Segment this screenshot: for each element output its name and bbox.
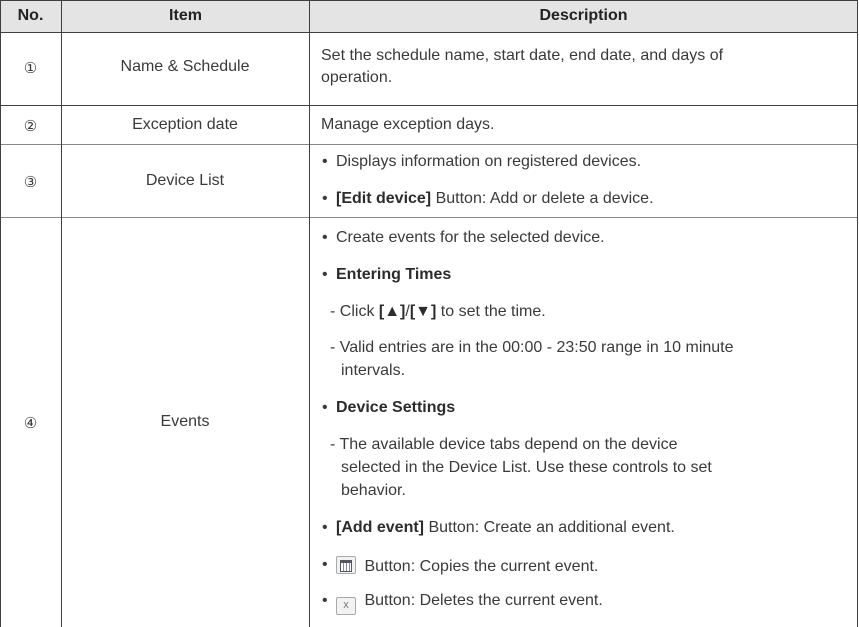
sub-item: - The available device tabs depend on th… — [330, 436, 678, 453]
header-item: Item — [169, 7, 202, 24]
header-description: Description — [539, 7, 628, 24]
bullet-text: [Edit device] Button: Add or delete a de… — [336, 190, 654, 208]
divider — [0, 105, 858, 106]
sub-item: behavior. — [341, 482, 406, 499]
bullet-text: Device Settings — [336, 399, 455, 417]
description-line: Set the schedule name, start date, end d… — [321, 47, 724, 64]
divider — [0, 144, 858, 145]
row-item: Name & Schedule — [120, 58, 250, 75]
sub-item: selected in the Device List. Use these c… — [341, 459, 712, 476]
bold-label: [Add event] — [336, 519, 424, 536]
row-item: Device List — [145, 172, 225, 189]
header-no: No. — [17, 7, 44, 24]
delete-event-icon: x — [336, 597, 356, 615]
down-key-label: [▼] — [409, 303, 437, 320]
divider — [857, 0, 858, 627]
row-number: ① — [23, 60, 38, 77]
divider — [0, 217, 858, 218]
row-number: ③ — [23, 174, 38, 191]
row-item: Events — [160, 413, 210, 430]
row-number: ④ — [23, 415, 38, 432]
row-description: Set the schedule name, start date, end d… — [321, 45, 723, 89]
copy-event-icon — [336, 556, 356, 574]
row-description: Manage exception days. — [321, 116, 495, 133]
bold-label: Device Settings — [336, 399, 456, 416]
description-line: operation. — [321, 69, 393, 86]
bullet-rest: Button: Create an additional event. — [424, 519, 675, 536]
bullet-text: [Add event] Button: Create an additional… — [336, 519, 675, 537]
divider — [61, 0, 62, 627]
bullet-text: Button: Copies the current event. — [336, 556, 598, 576]
bullet-text: Entering Times — [336, 266, 451, 284]
bullet-rest: Button: Copies the current event. — [360, 558, 599, 575]
bold-label: [Edit device] — [336, 190, 432, 207]
sub-item: - Click [▲]/[▼] to set the time. — [330, 303, 546, 321]
up-key-label: [▲] — [378, 303, 406, 320]
sub-text: - Click — [330, 303, 379, 320]
sub-item: - Valid entries are in the 00:00 - 23:50… — [330, 339, 734, 356]
bullet-rest: Button: Deletes the current event. — [360, 592, 603, 609]
row-item: Exception date — [132, 116, 238, 133]
sub-text: to set the time. — [436, 303, 546, 320]
bullet-rest: Button: Add or delete a device. — [431, 190, 654, 207]
divider — [309, 0, 310, 627]
row-number: ② — [23, 118, 38, 135]
bullet-text: Create events for the selected device. — [336, 229, 605, 246]
bold-label: Entering Times — [336, 266, 452, 283]
bullet-text: x Button: Deletes the current event. — [336, 592, 603, 615]
divider — [0, 0, 1, 627]
bullet-text: Displays information on registered devic… — [336, 153, 642, 170]
divider — [0, 32, 858, 33]
sub-item: intervals. — [341, 362, 406, 379]
description-table: No. Item Description ① Name & Schedule S… — [0, 0, 858, 627]
